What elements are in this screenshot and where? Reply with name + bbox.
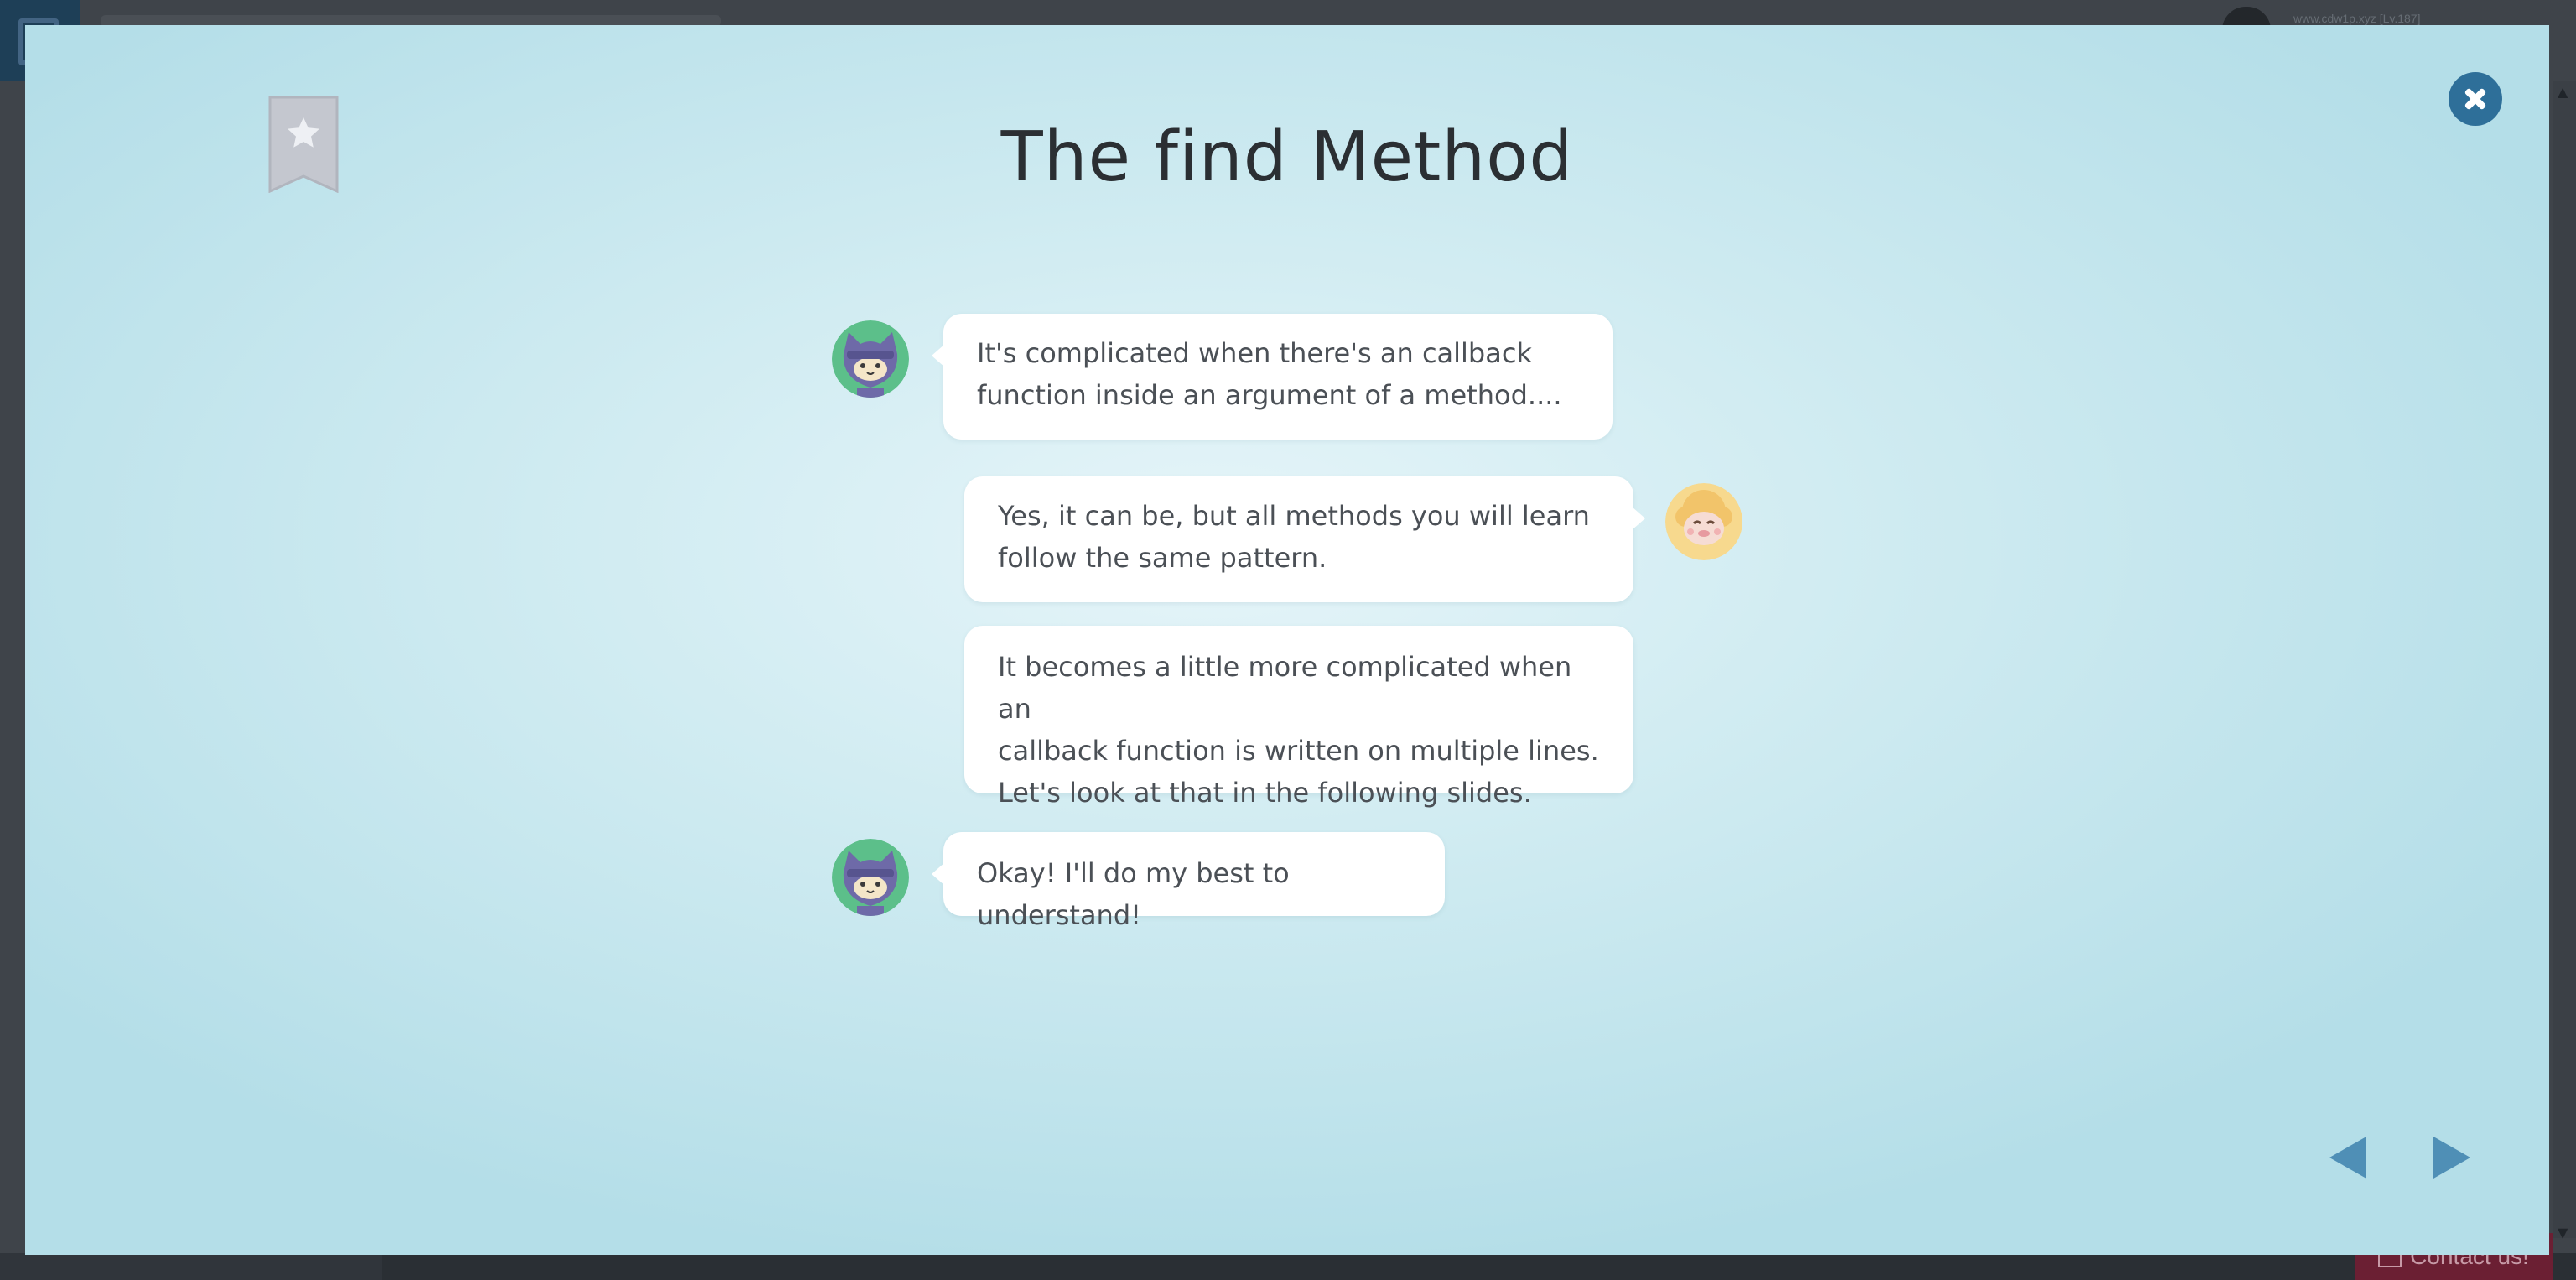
ninja-cat-avatar	[832, 839, 909, 916]
chat-bubble: It's complicated when there's an callbac…	[932, 314, 1613, 440]
bottom-left-panel	[0, 1253, 382, 1280]
chat-bubble: It becomes a little more complicated whe…	[964, 626, 1633, 809]
chat-bubble: Okay! I'll do my best to understand!	[932, 832, 1445, 931]
chat-message-text: Okay! I'll do my best to understand!	[977, 857, 1290, 931]
prev-arrow-icon[interactable]	[2329, 1137, 2366, 1179]
page-scrollbar[interactable]	[2553, 81, 2576, 1238]
bottom-bar	[0, 1253, 2576, 1280]
chat-bubble: Yes, it can be, but all methods you will…	[964, 476, 1645, 602]
lesson-modal: The find Method It's complicated when th…	[25, 25, 2549, 1255]
page-title: The find Method	[1000, 117, 1574, 197]
user-level-text: www.cdw1p.xyz [Lv.187]	[2293, 12, 2421, 25]
chat-message-text: Yes, it can be, but all methods you will…	[998, 500, 1590, 574]
next-arrow-icon[interactable]	[2433, 1137, 2470, 1179]
chat-message-text: It becomes a little more complicated whe…	[998, 651, 1599, 809]
scroll-down-icon[interactable]: ▼	[2558, 1225, 2568, 1241]
ninja-cat-avatar	[832, 320, 909, 398]
sheep-avatar	[1665, 483, 1742, 560]
chat-message-text: It's complicated when there's an callbac…	[977, 337, 1562, 411]
scroll-up-icon[interactable]: ▲	[2558, 84, 2568, 100]
